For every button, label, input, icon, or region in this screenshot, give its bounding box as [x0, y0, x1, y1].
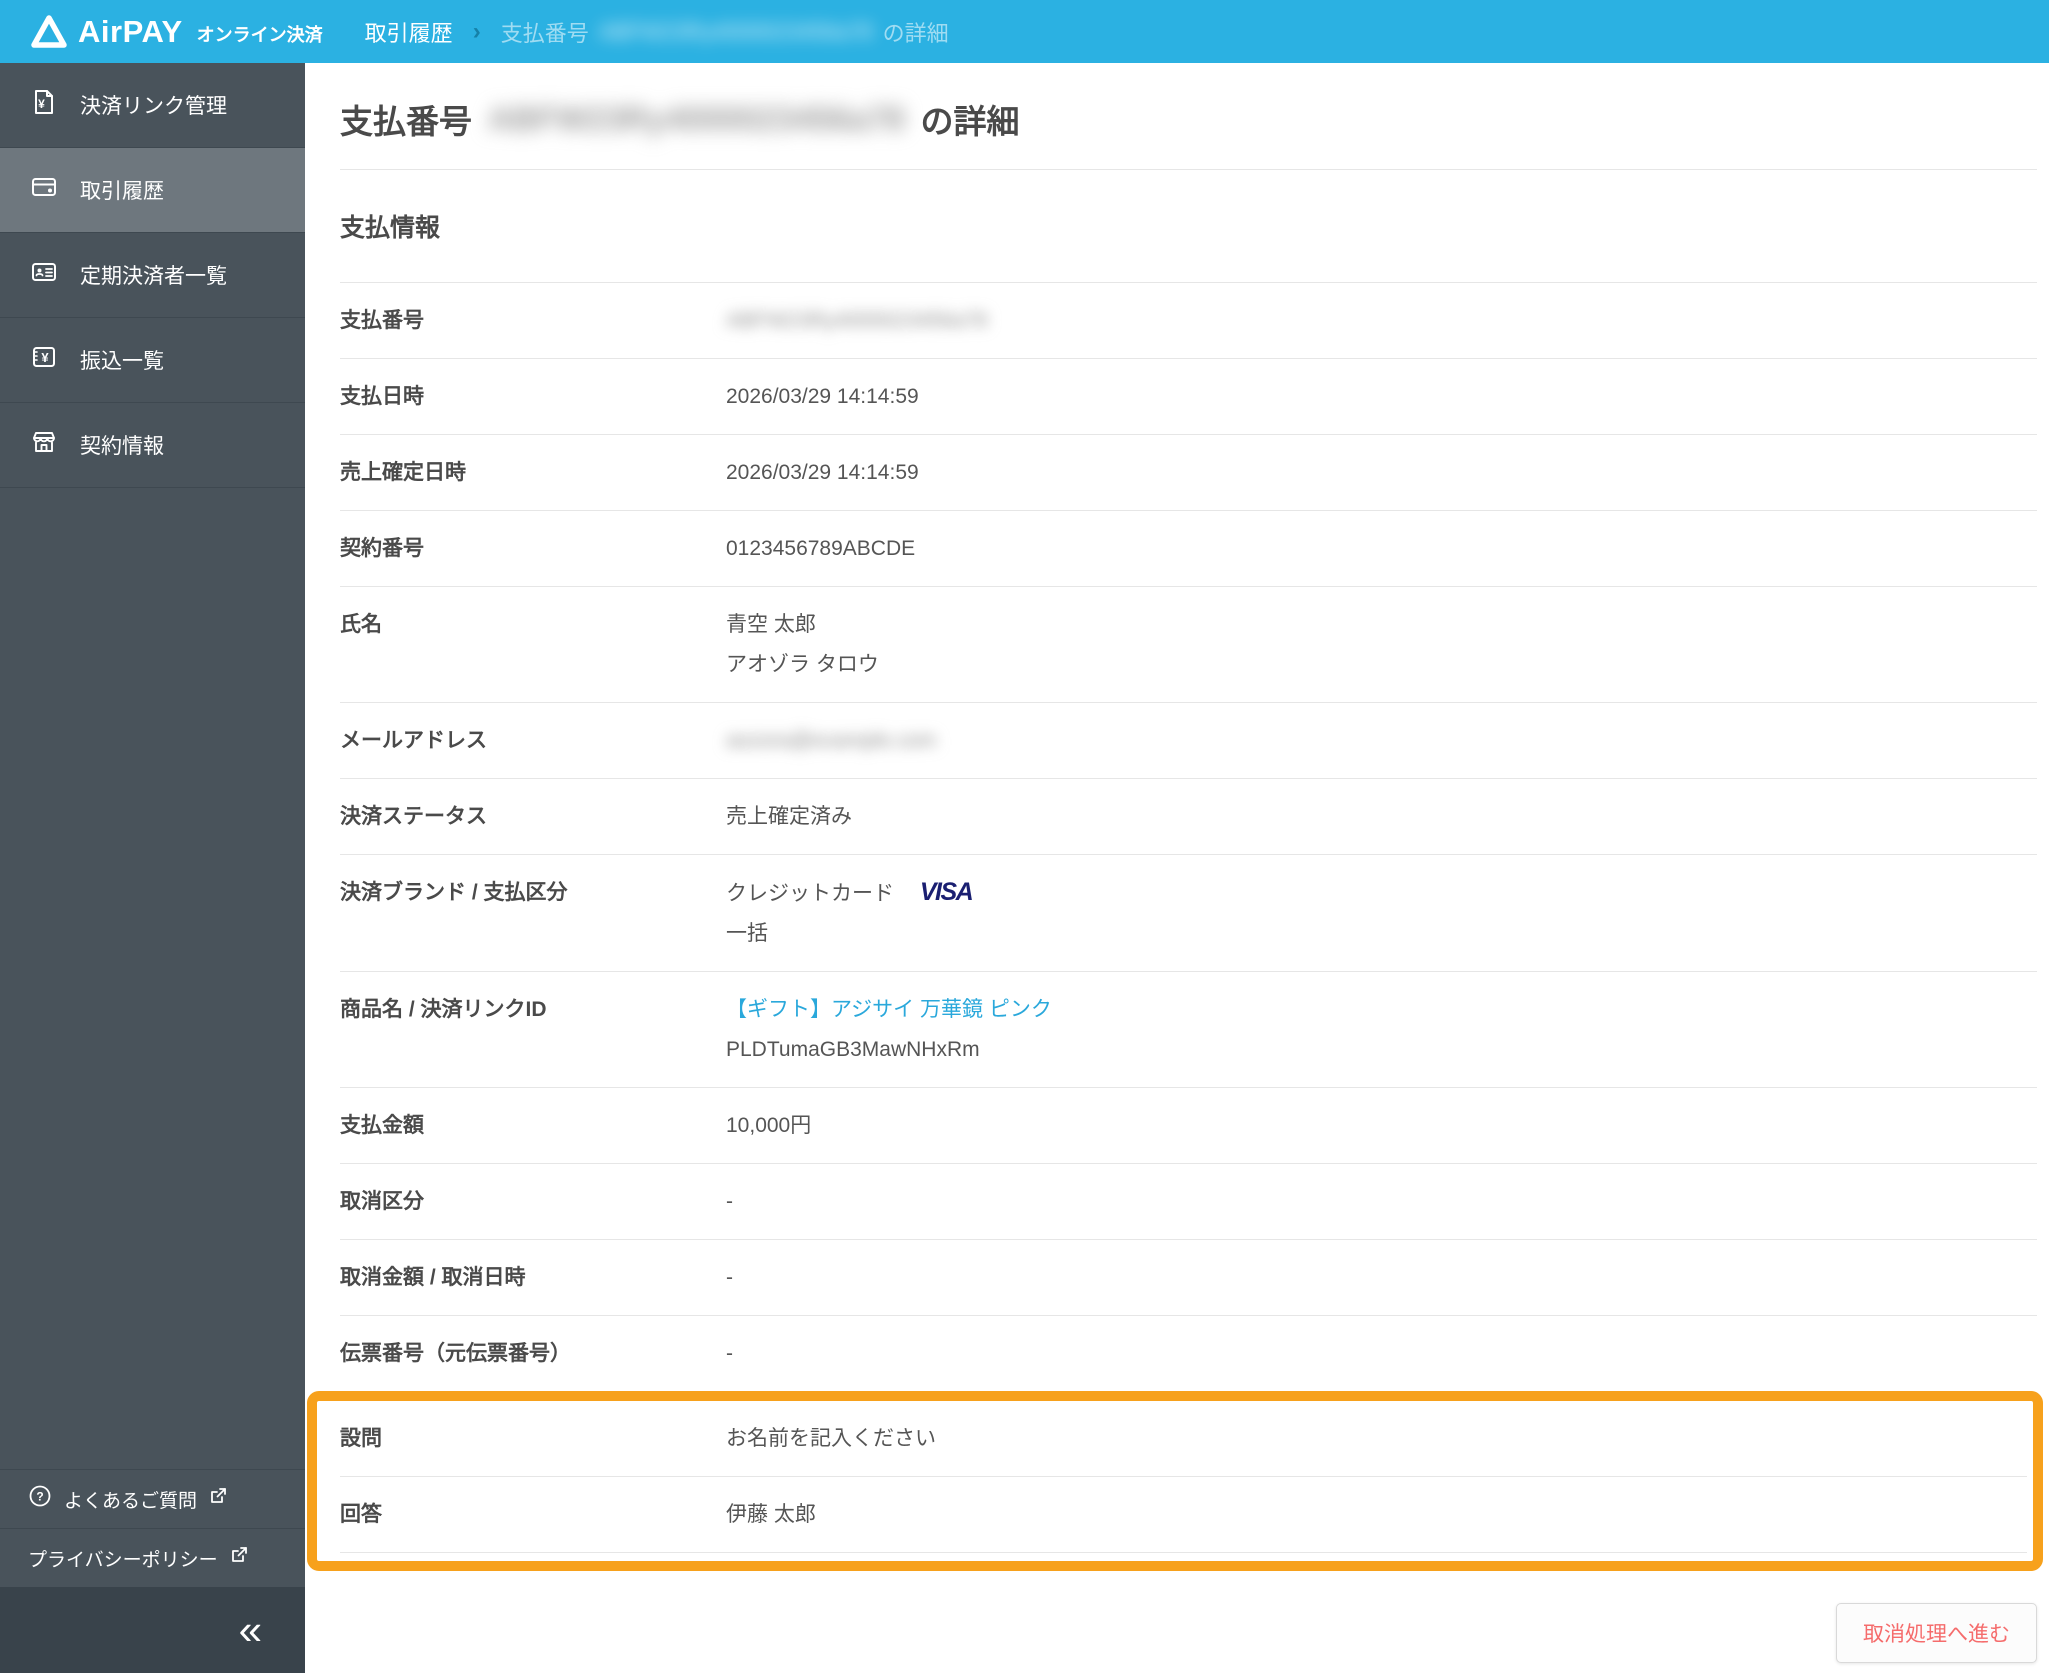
external-link-icon	[209, 1487, 227, 1511]
svg-text:¥: ¥	[38, 97, 45, 111]
airpay-triangle-icon	[30, 14, 68, 50]
privacy-policy-link-label: プライバシーポリシー	[28, 1549, 218, 1571]
row-value: アオゾラ タロウ	[726, 653, 879, 676]
page-title-redacted-number: ABFW23Ry4000023456a78	[488, 100, 905, 137]
row-value: -	[726, 1342, 733, 1365]
table-row-payment-datetime: 支払日時 2026/03/29 14:14:59	[340, 359, 2037, 435]
row-label: 商品名 / 決済リンクID	[340, 998, 547, 1021]
table-row-cancel-type: 取消区分 -	[340, 1164, 2037, 1240]
sidebar-item-label: 定期決済者一覧	[80, 265, 227, 288]
table-row-payment-status: 決済ステータス 売上確定済み	[340, 779, 2037, 855]
brand-name: AirPAY	[78, 13, 183, 49]
row-label: 氏名	[340, 613, 382, 636]
sidebar-footer: ? よくあるご質問 プライバシーポリシー «	[0, 1469, 305, 1673]
payment-link-id: PLDTumaGB3MawNHxRm	[726, 1038, 980, 1061]
table-row-name: 氏名 青空 太郎 アオゾラ タロウ	[340, 587, 2037, 703]
table-row-payment-amount: 支払金額 10,000円	[340, 1088, 2037, 1164]
card-icon	[30, 173, 58, 207]
row-label: メールアドレス	[340, 729, 487, 752]
row-label: 決済ステータス	[340, 805, 487, 828]
sidebar-item-label: 振込一覧	[80, 350, 164, 373]
row-label: 支払番号	[340, 309, 424, 332]
breadcrumb: 取引履歴 › 支払番号 ABFW23Ry4000023456a78 の詳細	[365, 16, 949, 48]
row-value: 青空 太郎	[726, 613, 816, 636]
page-title-suffix: の詳細	[920, 103, 1020, 140]
id-card-icon	[30, 258, 58, 292]
app-header: AirPAY オンライン決済 取引履歴 › 支払番号 ABFW23Ry40000…	[0, 0, 2049, 63]
row-value: -	[726, 1190, 733, 1213]
faq-link[interactable]: ? よくあるご質問	[0, 1469, 305, 1528]
breadcrumb-parent-link[interactable]: 取引履歴	[365, 16, 453, 48]
sidebar-item-payment-links[interactable]: ¥ 決済リンク管理	[0, 63, 305, 148]
table-row-answer: 回答 伊藤 太郎	[340, 1477, 2027, 1553]
row-label: 決済ブランド / 支払区分	[340, 881, 568, 904]
main-content: 支払番号 ABFW23Ry4000023456a78 の詳細 支払情報 支払番号…	[305, 63, 2049, 1673]
breadcrumb-separator-icon: ›	[472, 17, 481, 45]
table-row-payment-number: 支払番号 ABFW23Ry4000023456a78	[340, 283, 2037, 359]
sidebar-item-label: 契約情報	[80, 435, 164, 458]
row-value: 伊藤 太郎	[726, 1503, 816, 1526]
row-label: 設問	[340, 1427, 382, 1450]
airpay-logo[interactable]: AirPAY オンライン決済	[0, 14, 323, 50]
row-value: 10,000円	[726, 1114, 812, 1137]
action-button-row: 取消処理へ進む	[340, 1603, 2037, 1663]
row-value: 0123456789ABCDE	[726, 537, 916, 560]
row-label: 売上確定日時	[340, 461, 466, 484]
proceed-to-cancel-button[interactable]: 取消処理へ進む	[1836, 1603, 2037, 1663]
row-value-redacted: ABFW23Ry4000023456a78	[726, 309, 988, 332]
row-label: 契約番号	[340, 537, 424, 560]
table-row-payment-brand: 決済ブランド / 支払区分 クレジットカード VISA 一括	[340, 855, 2037, 972]
row-label: 取消区分	[340, 1190, 424, 1213]
table-row-product-name: 商品名 / 決済リンクID 【ギフト】アジサイ 万華鏡 ピンク PLDTumaG…	[340, 972, 2037, 1088]
row-value: -	[726, 1266, 733, 1289]
breadcrumb-redacted-number: ABFW23Ry4000023456a78	[598, 18, 873, 44]
banknote-icon: ¥	[30, 343, 58, 377]
section-heading: 支払情報	[340, 214, 441, 242]
table-row-sales-confirmed-datetime: 売上確定日時 2026/03/29 14:14:59	[340, 435, 2037, 511]
collapse-chevrons-icon: «	[238, 1606, 262, 1653]
payment-detail-table: 支払番号 ABFW23Ry4000023456a78 支払日時 2026/03/…	[307, 282, 2043, 1571]
table-row-question: 設問 お名前を記入ください	[340, 1401, 2027, 1477]
table-row-slip-number: 伝票番号（元伝票番号） -	[340, 1316, 2037, 1391]
breadcrumb-current-suffix: の詳細	[882, 20, 949, 46]
product-link[interactable]: 【ギフト】アジサイ 万華鏡 ピンク	[726, 997, 2037, 1022]
sidebar-item-transaction-history[interactable]: 取引履歴	[0, 148, 305, 233]
row-value: 売上確定済み	[726, 805, 852, 828]
row-value: 2026/03/29 14:14:59	[726, 385, 919, 408]
page-title: 支払番号 ABFW23Ry4000023456a78 の詳細	[340, 63, 2037, 170]
question-answer-highlight-box: 設問 お名前を記入ください 回答 伊藤 太郎	[307, 1391, 2043, 1571]
sidebar-item-label: 取引履歴	[80, 180, 164, 203]
row-value: 一括	[726, 922, 768, 945]
row-label: 取消金額 / 取消日時	[340, 1266, 526, 1289]
row-label: 伝票番号（元伝票番号）	[340, 1342, 571, 1365]
row-value: クレジットカード	[726, 882, 894, 905]
row-label: 支払金額	[340, 1114, 424, 1137]
question-icon: ?	[28, 1484, 52, 1514]
svg-text:?: ?	[36, 1490, 43, 1504]
table-row-contract-number: 契約番号 0123456789ABCDE	[340, 511, 2037, 587]
external-link-icon	[230, 1546, 248, 1570]
visa-logo: VISA	[919, 878, 974, 906]
sidebar-item-transfers[interactable]: ¥ 振込一覧	[0, 318, 305, 403]
sidebar-collapse-button[interactable]: «	[0, 1587, 305, 1673]
table-row-email: メールアドレス aozora@example.com	[340, 703, 2037, 779]
store-icon	[30, 428, 58, 462]
privacy-policy-link[interactable]: プライバシーポリシー	[0, 1528, 305, 1587]
sidebar: ¥ 決済リンク管理 取引履歴 定期決済者一覧 ¥ 振込一覧 契約情報 ? よくあ…	[0, 63, 305, 1673]
brand-subtitle: オンライン決済	[196, 24, 323, 45]
sidebar-item-label: 決済リンク管理	[80, 95, 227, 118]
page-title-prefix: 支払番号	[340, 103, 472, 140]
table-row-cancel-amount: 取消金額 / 取消日時 -	[340, 1240, 2037, 1316]
sidebar-item-recurring-payers[interactable]: 定期決済者一覧	[0, 233, 305, 318]
row-value: お名前を記入ください	[726, 1427, 936, 1450]
svg-text:¥: ¥	[41, 350, 49, 365]
payment-link-icon: ¥	[30, 88, 58, 122]
breadcrumb-current-prefix: 支払番号	[500, 20, 589, 46]
sidebar-item-contract-info[interactable]: 契約情報	[0, 403, 305, 488]
faq-link-label: よくあるご質問	[64, 1490, 198, 1512]
row-label: 支払日時	[340, 385, 424, 408]
row-value-redacted: aozora@example.com	[726, 729, 937, 752]
row-value: 2026/03/29 14:14:59	[726, 461, 919, 484]
row-label: 回答	[340, 1503, 382, 1526]
